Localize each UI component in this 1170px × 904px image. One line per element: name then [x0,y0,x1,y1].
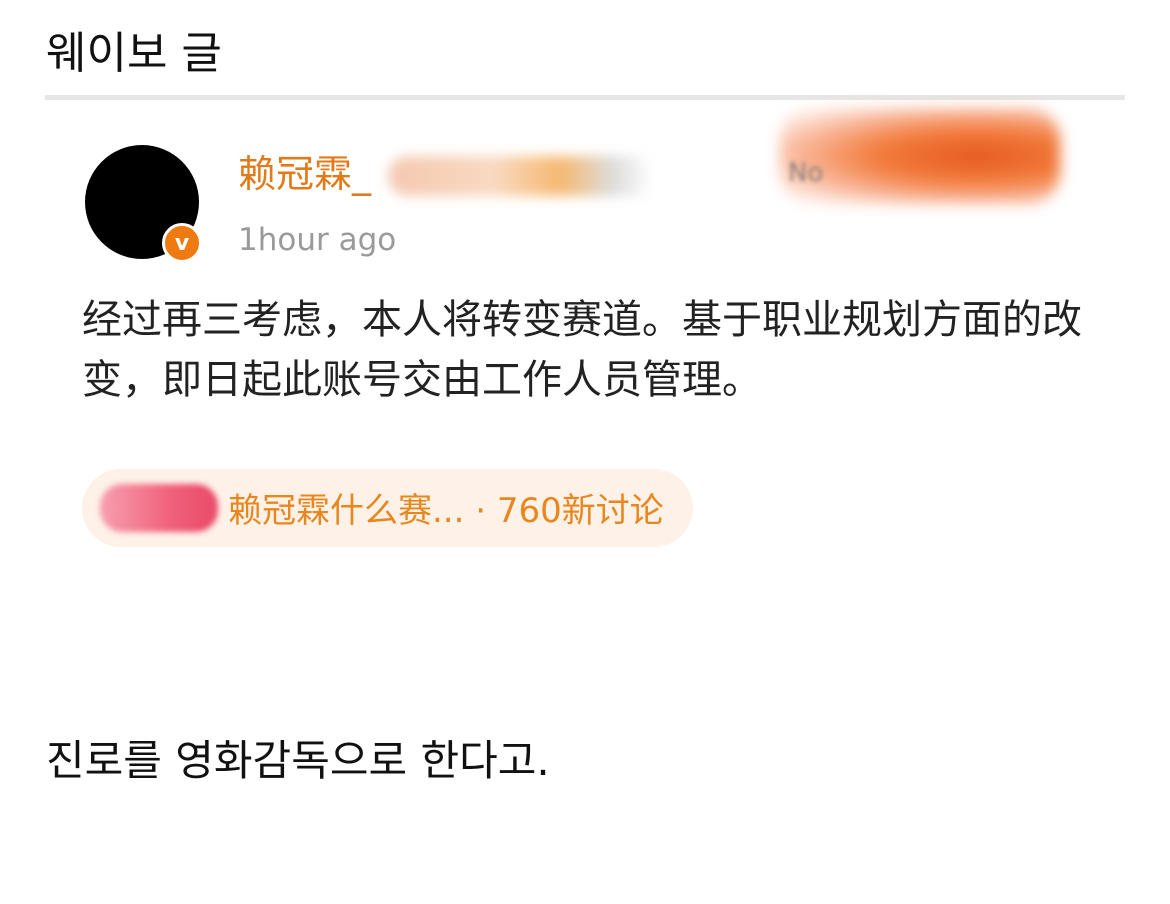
topic-label: 赖冠霖什么赛... · 760新讨论 [228,491,664,531]
post-body: 经过再三考虑，本人将转变赛道。基于职业规划方面的改变，即日起此账号交由工作人员管… [82,297,1082,403]
verified-badge-icon: v [162,223,202,263]
username[interactable]: 赖冠霖_ [238,150,371,198]
post-timestamp: 1hour ago [238,222,397,258]
follow-button-text: No [788,158,824,188]
follow-button-redacted[interactable] [780,108,1060,204]
divider [45,95,1125,100]
username-redacted-blur [388,156,653,196]
page-title: 웨이보 글 [46,28,222,79]
topic-icon-redacted [100,484,218,532]
comment-text: 진로를 영화감독으로 한다고. [46,736,550,785]
